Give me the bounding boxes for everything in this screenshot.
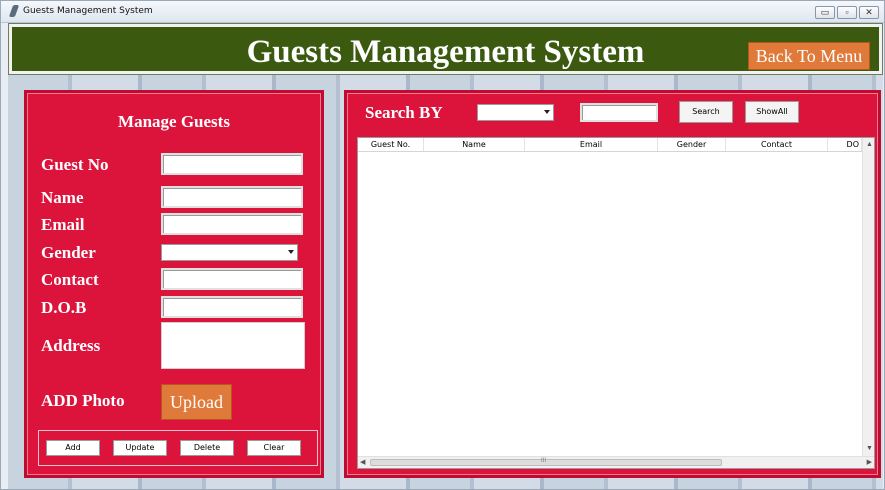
column-header-dob[interactable]: DO (828, 138, 862, 151)
show-all-button[interactable]: ShowAll (745, 101, 799, 123)
guest-list-panel: Search BY Search ShowAll Guest No. Name … (344, 90, 881, 478)
name-label: Name (41, 188, 84, 207)
column-header-guest-no[interactable]: Guest No. (358, 138, 424, 151)
contact-input[interactable] (161, 268, 303, 290)
guests-table[interactable]: Guest No. Name Email Gender Contact DO ▲… (357, 137, 875, 469)
title-bar: Guests Management System ▭ ▫ ✕ (1, 1, 884, 23)
panel-title: Manage Guests (118, 112, 230, 131)
address-textarea[interactable] (161, 322, 305, 369)
action-button-group: Add Update Delete Clear (38, 430, 318, 466)
back-to-menu-button[interactable]: Back To Menu (748, 42, 870, 70)
feather-icon (8, 5, 20, 17)
minimize-button[interactable]: ▭ (815, 6, 835, 19)
update-button[interactable]: Update (113, 440, 167, 456)
column-header-gender[interactable]: Gender (658, 138, 726, 151)
dob-label: D.O.B (41, 298, 87, 317)
app-window: Guests Management System ▭ ▫ ✕ Guests Ma… (0, 0, 885, 490)
table-header: Guest No. Name Email Gender Contact DO (358, 138, 862, 152)
chevron-down-icon (288, 250, 294, 254)
search-button[interactable]: Search (679, 101, 733, 123)
name-input[interactable] (161, 186, 303, 208)
thumb-grip-icon: III (541, 458, 547, 464)
delete-button[interactable]: Delete (180, 440, 234, 456)
guest-no-input[interactable] (161, 153, 303, 175)
clear-button[interactable]: Clear (247, 440, 301, 456)
contact-label: Contact (41, 270, 99, 289)
vertical-scrollbar[interactable]: ▲ ▼ (862, 138, 874, 456)
column-header-contact[interactable]: Contact (726, 138, 828, 151)
close-button[interactable]: ✕ (859, 6, 879, 19)
window-title: Guests Management System (23, 6, 153, 16)
search-by-label: Search BY (365, 103, 443, 122)
column-header-email[interactable]: Email (525, 138, 658, 151)
scroll-right-icon[interactable]: ▶ (867, 458, 872, 468)
manage-guests-panel: Manage Guests Guest No Name Email Gender… (24, 90, 324, 478)
gender-select[interactable] (161, 244, 298, 261)
column-header-name[interactable]: Name (424, 138, 525, 151)
upload-button[interactable]: Upload (161, 384, 232, 420)
maximize-button[interactable]: ▫ (837, 6, 857, 19)
header-banner: Guests Management System Back To Menu (8, 23, 883, 75)
gender-label: Gender (41, 243, 96, 262)
guest-no-label: Guest No (41, 155, 109, 174)
add-photo-label: ADD Photo (41, 391, 125, 410)
scroll-down-icon[interactable]: ▼ (866, 444, 873, 454)
dob-input[interactable] (161, 296, 303, 318)
email-input[interactable] (161, 213, 303, 235)
horizontal-scrollbar[interactable]: ◀ III ▶ (358, 456, 874, 468)
scrollbar-thumb[interactable]: III (370, 458, 722, 466)
chevron-down-icon (544, 110, 550, 114)
email-label: Email (41, 215, 85, 234)
scroll-left-icon[interactable]: ◀ (360, 458, 365, 468)
search-input[interactable] (580, 103, 658, 122)
scroll-up-icon[interactable]: ▲ (866, 140, 873, 150)
main-content: Guests Management System Back To Menu Ma… (8, 23, 883, 489)
search-by-select[interactable] (477, 104, 554, 121)
add-button[interactable]: Add (46, 440, 100, 456)
address-label: Address (41, 336, 101, 355)
